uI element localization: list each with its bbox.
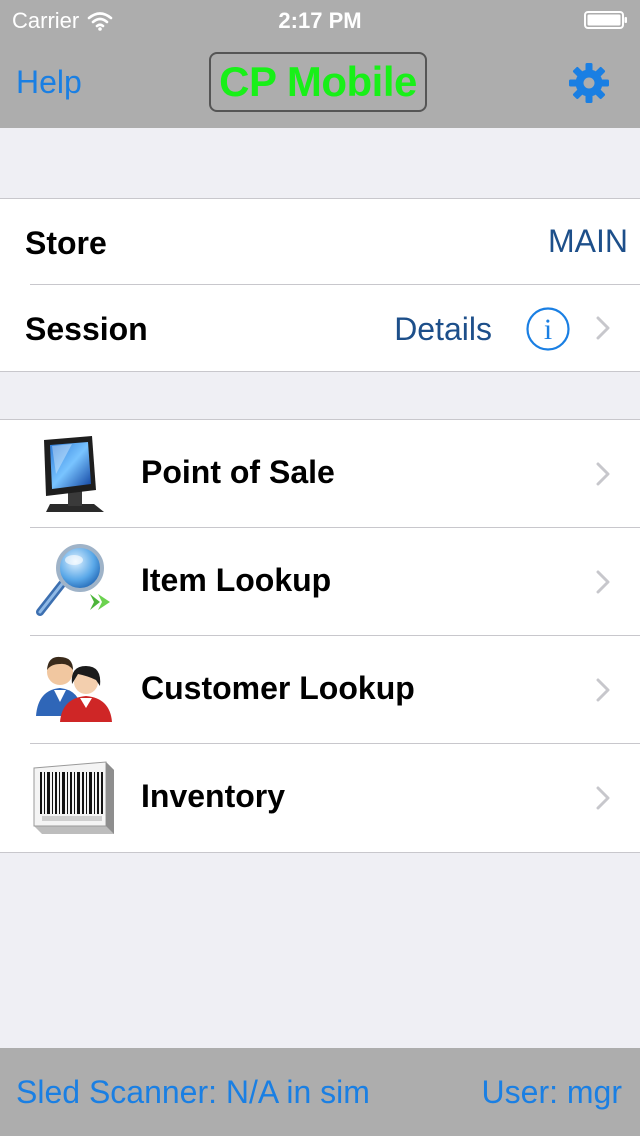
help-button[interactable]: Help [16,64,82,101]
session-details-link[interactable]: Details [394,311,492,348]
chevron-right-icon [596,462,610,486]
chevron-right-icon [596,786,610,810]
menu-item-label: Customer Lookup [141,670,415,706]
main-menu: Point of Sale Item Lookup Customer Looku… [0,419,640,853]
menu-item-inventory[interactable]: Inventory [0,744,640,852]
store-row: Store MAIN [0,199,640,285]
store-label: Store [25,225,107,261]
session-label: Session [25,311,148,347]
chevron-right-icon [596,678,610,702]
menu-item-label: Item Lookup [141,562,332,598]
gear-icon[interactable] [568,62,610,104]
menu-item-customer-lookup[interactable]: Customer Lookup [0,636,640,744]
store-value: MAIN [548,223,628,259]
menu-item-label: Point of Sale [141,454,335,490]
current-user: User: mgr [481,1074,622,1110]
top-bar: Carrier 2:17 PM Help CP Mobile [0,0,640,128]
menu-item-item-lookup[interactable]: Item Lookup [0,528,640,636]
scanner-status: Sled Scanner: N/A in sim [16,1074,370,1110]
menu-item-point-of-sale[interactable]: Point of Sale [0,420,640,528]
battery-icon [584,11,627,29]
session-row[interactable]: Session Details i [0,285,640,371]
menu-item-label: Inventory [141,778,286,814]
session-table: Store MAIN Session Details i [0,198,640,372]
pos-terminal-icon [44,436,104,512]
customers-icon [36,656,112,722]
status-bar: Carrier 2:17 PM [0,0,640,40]
chevron-right-icon [596,570,610,594]
chevron-right-icon [596,316,610,340]
status-time: 2:17 PM [278,8,362,33]
magnifier-icon [36,544,110,616]
bottom-bar: Sled Scanner: N/A in sim User: mgr [0,1048,640,1136]
svg-text:i: i [544,313,552,346]
info-icon[interactable]: i [525,306,571,352]
app-title: CP Mobile [209,52,427,112]
barcode-icon [33,761,114,834]
